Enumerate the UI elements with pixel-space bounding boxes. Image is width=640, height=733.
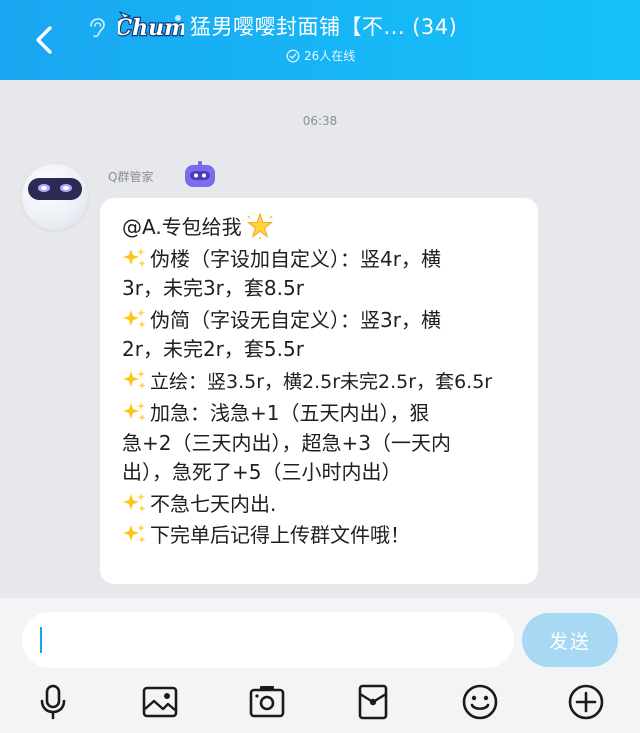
sender-name: Q群管家 <box>108 170 154 184</box>
ear-icon[interactable] <box>84 16 108 40</box>
price-line: 2r，未完2r，套5.5r <box>122 337 304 361</box>
mention-text: @A.专包给我 <box>122 215 242 239</box>
camera-button[interactable] <box>245 680 289 724</box>
emoji-button[interactable] <box>458 680 502 724</box>
price-line: 伪楼（字设加自定义）：竖4r，横 <box>150 246 441 271</box>
check-circle-icon <box>286 49 300 62</box>
send-button[interactable]: 发送 <box>522 613 618 667</box>
group-title[interactable]: 猛男嘤嘤封面铺【不... (34) <box>190 12 457 42</box>
price-line: 3r，未完3r，套8.5r <box>122 276 304 300</box>
mention-line: @A.专包给我 <box>122 212 522 243</box>
emoji-icon <box>462 684 498 720</box>
sparkles-icon <box>122 369 148 391</box>
price-line: 伪简（字设无自定义）：竖3r，横 <box>150 307 441 332</box>
robot-icon <box>182 160 218 190</box>
online-status[interactable]: 26人在线 <box>286 47 355 64</box>
message-timestamp: 06:38 <box>302 114 338 128</box>
input-bar: 发送 <box>0 598 640 733</box>
note-item: 下完单后记得上传群文件哦！ <box>122 521 522 551</box>
input-toolbar <box>0 680 640 726</box>
note-line: 下完单后记得上传群文件哦！ <box>150 523 410 547</box>
sparkles-icon <box>122 247 148 269</box>
text-caret <box>40 627 42 653</box>
rush-line: 出），急死了+5（三小时内出） <box>122 460 402 484</box>
glowing-star-icon <box>246 212 274 240</box>
camera-icon <box>249 686 285 718</box>
price-item: 立绘：竖3.5r，横2.5r未完2.5r，套6.5r <box>122 367 522 398</box>
chevron-left-icon <box>36 26 52 54</box>
back-button[interactable] <box>24 20 64 60</box>
sparkles-icon <box>122 308 148 330</box>
price-item: 伪楼（字设加自定义）：竖4r，横 3r，未完3r，套8.5r <box>122 245 522 304</box>
plus-icon <box>568 684 604 720</box>
message-input[interactable] <box>22 612 514 668</box>
robot-avatar-icon <box>28 178 82 200</box>
group-logo: Chum <box>118 10 184 44</box>
logo-text: Chum <box>118 15 184 41</box>
message-bubble[interactable]: @A.专包给我 伪楼（字设加自定义）：竖4r，横 3r，未完3r，套8.5r 伪… <box>100 198 538 584</box>
price-line: 立绘：竖3.5r，横2.5r未完2.5r，套6.5r <box>150 370 493 393</box>
sparkles-icon <box>122 492 148 514</box>
microphone-button[interactable] <box>31 680 75 724</box>
red-packet-icon <box>358 684 388 720</box>
sparkles-icon <box>122 523 148 545</box>
online-count: 26人在线 <box>304 49 356 63</box>
price-item: 伪简（字设无自定义）：竖3r，横 2r，未完2r，套5.5r <box>122 306 522 365</box>
image-icon <box>142 686 178 718</box>
image-button[interactable] <box>138 680 182 724</box>
microphone-icon <box>40 684 66 720</box>
sparkles-icon <box>122 401 148 423</box>
sender-avatar[interactable] <box>22 164 88 230</box>
rush-item: 加急：浅急+1（五天内出），狠 急+2（三天内出），超急+3（一天内 出），急死… <box>122 399 522 488</box>
chat-header: Chum 猛男嘤嘤封面铺【不... (34) 26人在线 <box>0 0 640 80</box>
red-packet-button[interactable] <box>351 680 395 724</box>
note-item: 不急七天内出. <box>122 490 522 520</box>
rush-line: 加急：浅急+1（五天内出），狠 <box>150 401 430 425</box>
note-line: 不急七天内出. <box>150 491 277 516</box>
rush-line: 急+2（三天内出），超急+3（一天内 <box>122 430 451 455</box>
more-button[interactable] <box>564 680 608 724</box>
